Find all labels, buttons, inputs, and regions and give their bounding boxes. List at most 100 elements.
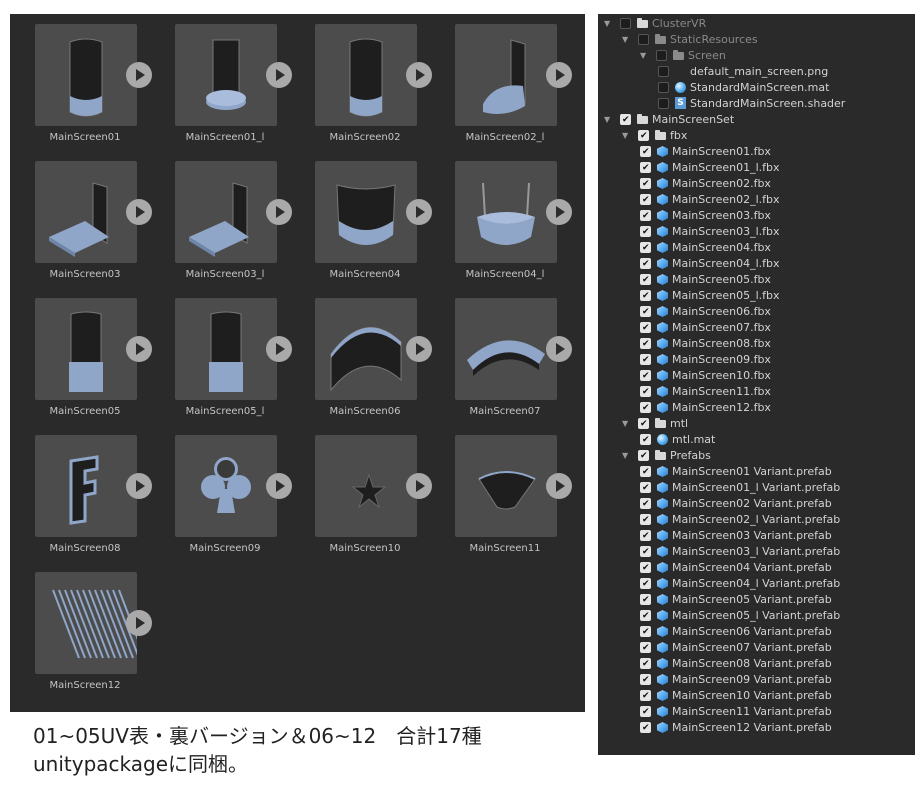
import-checkbox[interactable]: [620, 112, 631, 128]
tree-row[interactable]: ▼ StaticResources: [598, 32, 915, 48]
play-icon[interactable]: [126, 62, 152, 88]
asset-preview-item[interactable]: MainScreen07: [430, 288, 572, 418]
import-checkbox[interactable]: [640, 160, 651, 176]
import-checkbox[interactable]: [640, 352, 651, 368]
import-checkbox[interactable]: [640, 336, 651, 352]
import-checkbox[interactable]: [640, 672, 651, 688]
model-thumbnail[interactable]: [35, 161, 137, 263]
tree-row[interactable]: MainScreen09 Variant.prefab: [598, 672, 915, 688]
asset-preview-item[interactable]: MainScreen05: [10, 288, 152, 418]
play-icon[interactable]: [546, 336, 572, 362]
play-icon[interactable]: [126, 336, 152, 362]
import-checkbox[interactable]: [640, 368, 651, 384]
tree-row[interactable]: ▼ ClusterVR: [598, 16, 915, 32]
import-checkbox[interactable]: [640, 688, 651, 704]
tree-row[interactable]: MainScreen05_l Variant.prefab: [598, 608, 915, 624]
play-icon[interactable]: [266, 62, 292, 88]
asset-preview-item[interactable]: MainScreen02_l: [430, 14, 572, 144]
model-thumbnail[interactable]: [455, 435, 557, 537]
tree-row[interactable]: ▼ mtl: [598, 416, 915, 432]
tree-row[interactable]: MainScreen02.fbx: [598, 176, 915, 192]
tree-row[interactable]: ▼ Screen: [598, 48, 915, 64]
tree-row[interactable]: mtl.mat: [598, 432, 915, 448]
import-checkbox[interactable]: [640, 464, 651, 480]
tree-row[interactable]: MainScreen03 Variant.prefab: [598, 528, 915, 544]
import-checkbox[interactable]: [640, 208, 651, 224]
import-checkbox[interactable]: [658, 98, 669, 109]
model-thumbnail[interactable]: [175, 24, 277, 126]
tree-row[interactable]: MainScreen09.fbx: [598, 352, 915, 368]
model-thumbnail[interactable]: [175, 298, 277, 400]
tree-row[interactable]: MainScreen10.fbx: [598, 368, 915, 384]
tree-row[interactable]: MainScreen04_l.fbx: [598, 256, 915, 272]
import-checkbox[interactable]: [640, 560, 651, 576]
tree-row[interactable]: MainScreen12.fbx: [598, 400, 915, 416]
play-icon[interactable]: [126, 473, 152, 499]
tree-row[interactable]: ▼ MainScreenSet: [598, 112, 915, 128]
tree-row[interactable]: MainScreen04_l Variant.prefab: [598, 576, 915, 592]
import-checkbox[interactable]: [640, 640, 651, 656]
model-thumbnail[interactable]: [35, 572, 137, 674]
tree-row[interactable]: MainScreen05.fbx: [598, 272, 915, 288]
import-checkbox[interactable]: [640, 304, 651, 320]
import-checkbox[interactable]: [640, 624, 651, 640]
import-checkbox[interactable]: [640, 656, 651, 672]
import-checkbox[interactable]: [640, 192, 651, 208]
play-icon[interactable]: [126, 610, 152, 636]
tree-row[interactable]: MainScreen08 Variant.prefab: [598, 656, 915, 672]
model-thumbnail[interactable]: [455, 298, 557, 400]
import-checkbox[interactable]: [640, 432, 651, 448]
import-checkbox[interactable]: [640, 480, 651, 496]
play-icon[interactable]: [266, 336, 292, 362]
import-checkbox[interactable]: [640, 320, 651, 336]
expand-arrow-icon[interactable]: ▼: [640, 48, 650, 64]
tree-row[interactable]: MainScreen03_l Variant.prefab: [598, 544, 915, 560]
tree-row[interactable]: MainScreen08.fbx: [598, 336, 915, 352]
model-thumbnail[interactable]: [35, 435, 137, 537]
model-thumbnail[interactable]: [455, 24, 557, 126]
asset-preview-item[interactable]: MainScreen04_l: [430, 151, 572, 281]
tree-row[interactable]: MainScreen06.fbx: [598, 304, 915, 320]
model-thumbnail[interactable]: [35, 298, 137, 400]
asset-preview-item[interactable]: MainScreen08: [10, 425, 152, 555]
asset-preview-item[interactable]: MainScreen05_l: [150, 288, 292, 418]
tree-row[interactable]: ▼ fbx: [598, 128, 915, 144]
import-checkbox[interactable]: [640, 240, 651, 256]
import-checkbox[interactable]: [640, 720, 651, 736]
asset-preview-item[interactable]: MainScreen03_l: [150, 151, 292, 281]
play-icon[interactable]: [266, 199, 292, 225]
import-checkbox[interactable]: [656, 50, 667, 61]
tree-row[interactable]: MainScreen11.fbx: [598, 384, 915, 400]
import-checkbox[interactable]: [658, 66, 669, 77]
tree-row[interactable]: default_main_screen.png: [598, 64, 915, 80]
tree-row[interactable]: MainScreen02 Variant.prefab: [598, 496, 915, 512]
model-thumbnail[interactable]: [315, 298, 417, 400]
tree-row[interactable]: MainScreen06 Variant.prefab: [598, 624, 915, 640]
import-checkbox[interactable]: [640, 576, 651, 592]
import-checkbox[interactable]: [638, 448, 649, 464]
tree-row[interactable]: MainScreen03_l.fbx: [598, 224, 915, 240]
import-checkbox[interactable]: [640, 272, 651, 288]
import-checkbox[interactable]: [640, 528, 651, 544]
tree-row[interactable]: ▼ Prefabs: [598, 448, 915, 464]
import-checkbox[interactable]: [640, 496, 651, 512]
import-checkbox[interactable]: [640, 512, 651, 528]
model-thumbnail[interactable]: [315, 24, 417, 126]
play-icon[interactable]: [406, 199, 432, 225]
tree-row[interactable]: MainScreen01_l.fbx: [598, 160, 915, 176]
tree-row[interactable]: StandardMainScreen.mat: [598, 80, 915, 96]
asset-preview-item[interactable]: MainScreen11: [430, 425, 572, 555]
tree-row[interactable]: MainScreen02_l Variant.prefab: [598, 512, 915, 528]
tree-row[interactable]: MainScreen05 Variant.prefab: [598, 592, 915, 608]
tree-row[interactable]: MainScreen01_l Variant.prefab: [598, 480, 915, 496]
import-checkbox[interactable]: [640, 608, 651, 624]
asset-preview-item[interactable]: MainScreen12: [10, 562, 152, 692]
asset-preview-item[interactable]: MainScreen01: [10, 14, 152, 144]
import-checkbox[interactable]: [640, 592, 651, 608]
tree-row[interactable]: MainScreen07.fbx: [598, 320, 915, 336]
asset-preview-item[interactable]: MainScreen02: [290, 14, 432, 144]
import-checkbox[interactable]: [640, 176, 651, 192]
import-checkbox[interactable]: [640, 544, 651, 560]
play-icon[interactable]: [126, 199, 152, 225]
asset-preview-item[interactable]: MainScreen06: [290, 288, 432, 418]
